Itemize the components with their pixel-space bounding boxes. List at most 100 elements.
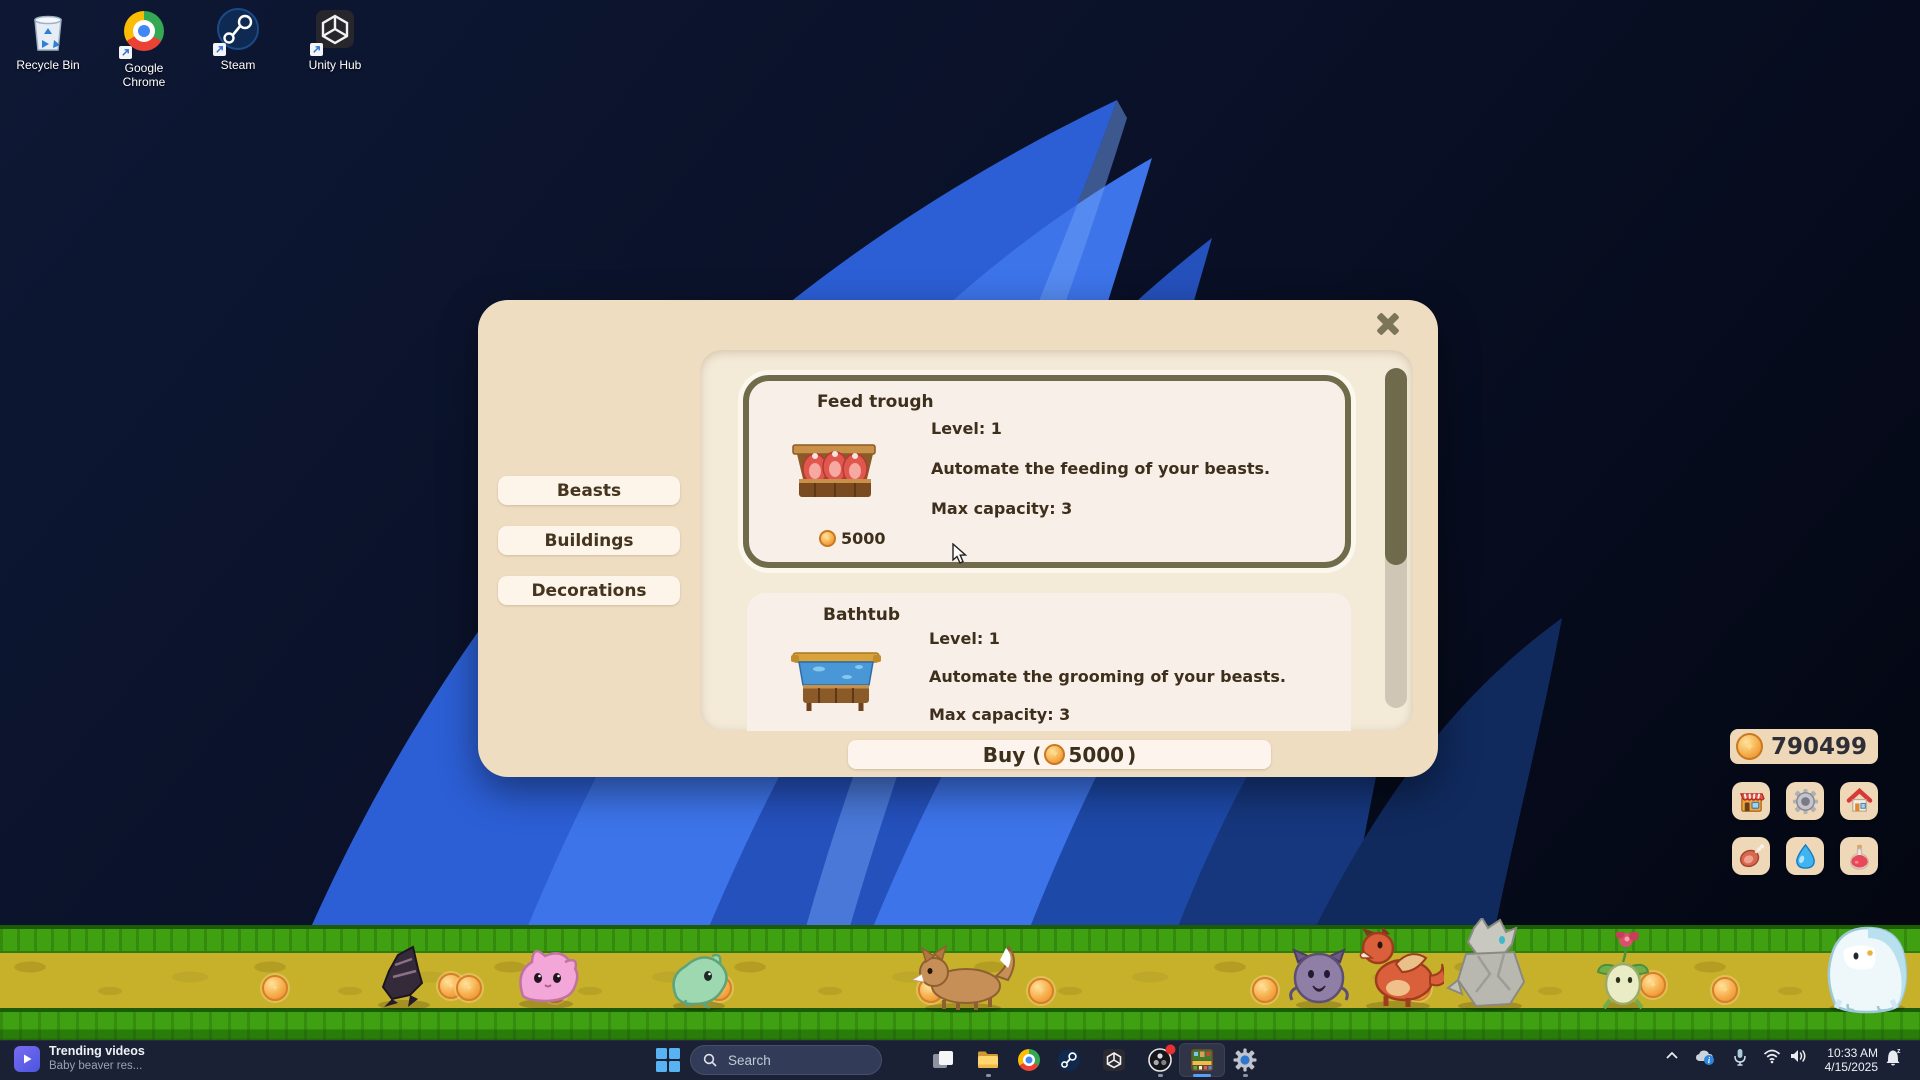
creature-shadow-bug[interactable]	[368, 945, 440, 1011]
taskbar-clock[interactable]: 10:33 AM 4/15/2025	[1808, 1046, 1878, 1074]
obs-button[interactable]	[1148, 1048, 1172, 1072]
desktop-icon-steam[interactable]: Steam	[198, 8, 278, 72]
cloud-icon: i	[1694, 1048, 1716, 1066]
item-capacity: Max capacity: 3	[931, 499, 1072, 518]
coin-balance-value: 790499	[1771, 734, 1867, 760]
tray-onedrive[interactable]: i	[1694, 1048, 1716, 1071]
close-button[interactable]	[1368, 304, 1408, 344]
bell-sleep-icon: z	[1884, 1047, 1902, 1067]
unity-hub-button[interactable]	[1102, 1048, 1126, 1072]
desktop-icon-label: Unity Hub	[295, 58, 375, 72]
food-button[interactable]	[1732, 837, 1770, 875]
coin-icon: ✦	[1044, 744, 1065, 765]
ground-coin[interactable]: ✦	[1028, 978, 1054, 1004]
clock-time: 10:33 AM	[1808, 1046, 1878, 1060]
bathtub-image	[789, 641, 885, 717]
gear-icon	[1792, 788, 1819, 815]
buy-amount: 5000	[1068, 743, 1124, 767]
desktop-icon-label: Steam	[198, 58, 278, 72]
widget-subtitle: Baby beaver res...	[49, 1059, 145, 1073]
item-capacity: Max capacity: 3	[929, 705, 1070, 724]
creature-rock-golem[interactable]	[1446, 918, 1534, 1012]
clock-date: 4/15/2025	[1808, 1060, 1878, 1074]
creature-red-dragon[interactable]	[1352, 928, 1444, 1012]
potion-button[interactable]	[1840, 837, 1878, 875]
buy-button[interactable]: Buy ( ✦ 5000 )	[848, 740, 1271, 769]
tab-buildings[interactable]: Buildings	[498, 526, 680, 555]
beastkeepers-game-button[interactable]	[1190, 1048, 1214, 1072]
chrome-icon	[1018, 1049, 1040, 1071]
tray-wifi[interactable]	[1763, 1048, 1781, 1069]
desktop-icon-unity-hub[interactable]: Unity Hub	[295, 8, 375, 72]
search-icon	[703, 1053, 717, 1067]
buy-label-suffix: )	[1127, 743, 1136, 767]
tab-beasts[interactable]: Beasts	[498, 476, 680, 505]
task-view-button[interactable]	[931, 1048, 955, 1072]
settings-gear-icon	[1233, 1048, 1257, 1072]
taskbar-search[interactable]	[690, 1045, 882, 1075]
shop-item-feed-trough[interactable]: Feed trough ✦ 5000	[743, 375, 1351, 568]
scrollbar-track[interactable]	[1385, 368, 1407, 708]
creature-yeti[interactable]	[1818, 920, 1916, 1014]
item-description: Automate the feeding of your beasts.	[931, 459, 1270, 478]
ground-coin[interactable]: ✦	[1252, 977, 1278, 1003]
item-level: Level: 1	[931, 419, 1002, 438]
recycle-bin-icon	[25, 8, 71, 54]
shortcut-arrow-icon	[310, 43, 323, 56]
steam-icon	[215, 8, 261, 54]
coin-balance: ✦ 790499	[1730, 729, 1878, 764]
item-price: ✦ 5000	[819, 529, 886, 548]
settings-button[interactable]	[1786, 782, 1824, 820]
coin-icon: ✦	[819, 530, 836, 547]
item-name: Bathtub	[823, 605, 900, 625]
shop-icon	[1738, 788, 1765, 815]
feed-trough-image	[787, 431, 883, 507]
desktop-icon-recycle-bin[interactable]: Recycle Bin	[8, 8, 88, 72]
file-explorer-button[interactable]	[976, 1048, 1000, 1072]
widget-title: Trending videos	[49, 1044, 145, 1059]
tray-chevron-up[interactable]	[1664, 1048, 1680, 1069]
creature-green-hatchling[interactable]	[660, 942, 738, 1012]
creature-pink-blob[interactable]	[505, 938, 587, 1010]
scrollbar-thumb[interactable]	[1385, 368, 1407, 565]
mouse-cursor	[950, 543, 970, 565]
shop-button[interactable]	[1732, 782, 1770, 820]
settings-app-button[interactable]	[1233, 1048, 1257, 1072]
item-name: Feed trough	[817, 392, 934, 412]
search-input[interactable]	[726, 1052, 860, 1069]
ground-coin[interactable]: ✦	[1712, 977, 1738, 1003]
shortcut-arrow-icon	[119, 46, 132, 59]
chrome-button[interactable]	[1017, 1048, 1041, 1072]
desktop-icon-google-chrome[interactable]: Google Chrome	[104, 8, 184, 89]
running-indicator	[1243, 1074, 1248, 1077]
unity-hub-icon	[1102, 1048, 1126, 1072]
creature-fox[interactable]	[908, 938, 1026, 1014]
shop-item-bathtub[interactable]: Bathtub Level: 1 Automate the grooming o…	[747, 593, 1351, 731]
coin-icon: ✦	[1736, 733, 1763, 760]
tray-microphone[interactable]	[1733, 1048, 1747, 1071]
tray-notifications[interactable]: z	[1884, 1047, 1902, 1072]
meat-icon	[1738, 843, 1765, 870]
desktop-icon-label: Recycle Bin	[8, 58, 88, 72]
start-button[interactable]	[656, 1048, 680, 1072]
close-icon	[1373, 309, 1403, 339]
shop-item-list: Feed trough ✦ 5000	[700, 350, 1413, 731]
creature-purple-bat[interactable]	[1286, 948, 1352, 1010]
ground-coin[interactable]: ✦	[456, 975, 482, 1001]
tab-decorations[interactable]: Decorations	[498, 576, 680, 605]
steam-button[interactable]	[1057, 1048, 1081, 1072]
svg-text:z: z	[1897, 1048, 1901, 1055]
home-button[interactable]	[1840, 782, 1878, 820]
wifi-icon	[1763, 1048, 1781, 1064]
notification-dot	[1165, 1044, 1176, 1055]
trending-video-icon	[14, 1046, 40, 1072]
creature-flower-sprout[interactable]	[1594, 932, 1652, 1012]
ground-coin[interactable]: ✦	[262, 975, 288, 1001]
tray-volume[interactable]	[1789, 1048, 1807, 1069]
potion-icon	[1846, 843, 1873, 870]
chevron-up-icon	[1664, 1048, 1680, 1064]
running-indicator	[1158, 1074, 1163, 1077]
water-button[interactable]	[1786, 837, 1824, 875]
widgets-button[interactable]: Trending videos Baby beaver res...	[14, 1044, 145, 1073]
water-drop-icon	[1792, 843, 1819, 870]
